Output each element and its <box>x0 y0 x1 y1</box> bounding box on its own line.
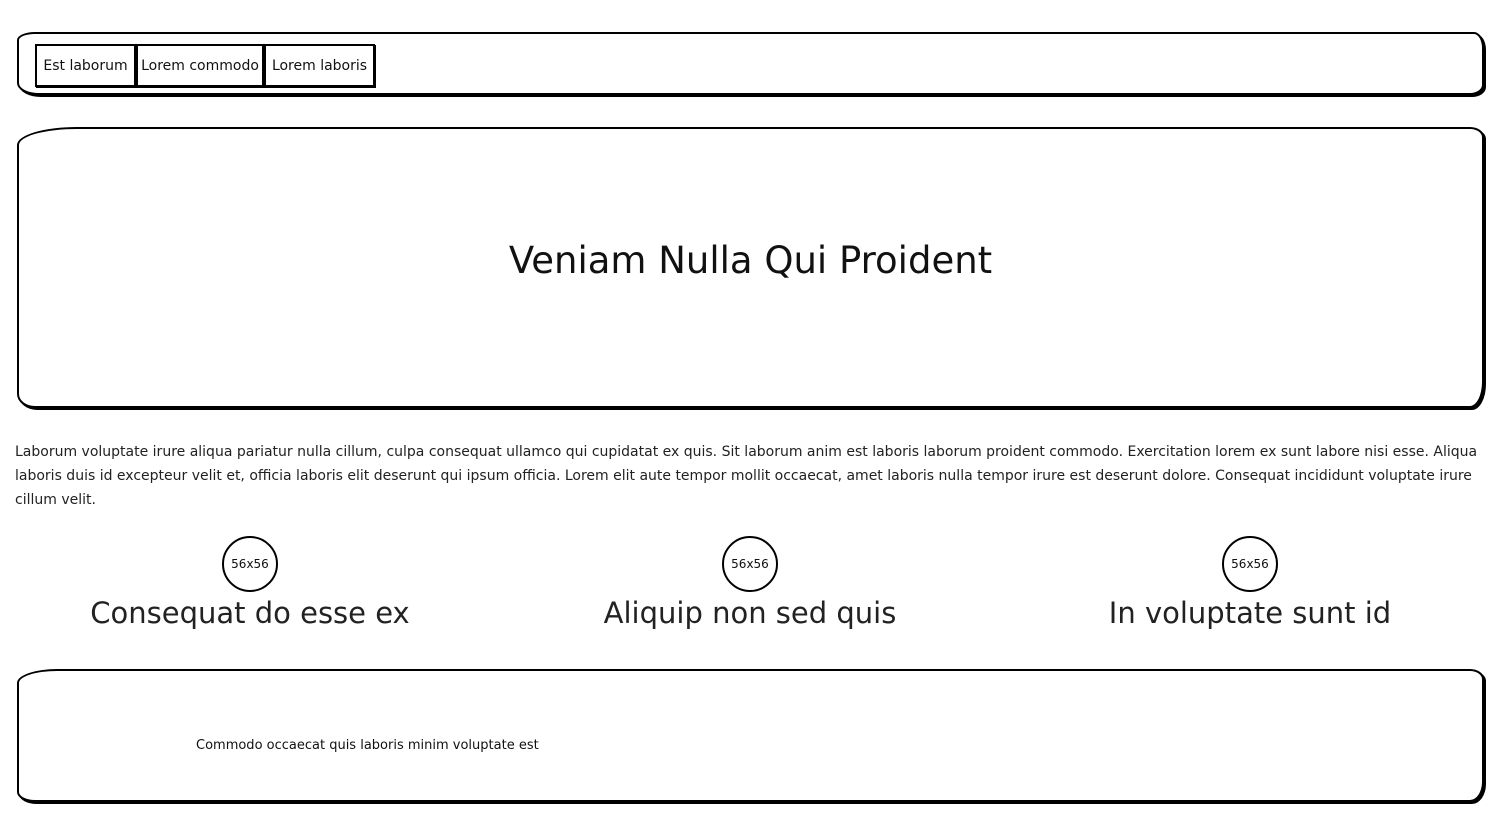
feature-item: 56x56 Consequat do esse ex <box>0 536 500 630</box>
hero-banner: Veniam Nulla Qui Proident <box>17 127 1484 408</box>
intro-paragraph: Laborum voluptate irure aliqua pariatur … <box>15 444 1478 508</box>
nav-button-lorem-commodo[interactable]: Lorem commodo <box>136 44 264 87</box>
feature-title: Aliquip non sed quis <box>603 596 897 630</box>
feature-title: Consequat do esse ex <box>90 596 410 630</box>
feature-item: 56x56 Aliquip non sed quis <box>500 536 1000 630</box>
nav-button-lorem-laboris[interactable]: Lorem laboris <box>264 44 375 87</box>
top-nav-bar: Est laborum Lorem commodo Lorem laboris <box>17 32 1484 95</box>
footer-panel: Commodo occaecat quis laboris minim volu… <box>17 669 1484 802</box>
nav-button-est-laborum[interactable]: Est laborum <box>35 44 136 87</box>
feature-avatar-placeholder: 56x56 <box>722 536 778 592</box>
feature-avatar-placeholder: 56x56 <box>222 536 278 592</box>
hero-title: Veniam Nulla Qui Proident <box>508 239 993 282</box>
feature-item: 56x56 In voluptate sunt id <box>1000 536 1500 630</box>
feature-title: In voluptate sunt id <box>1108 596 1392 630</box>
feature-avatar-placeholder: 56x56 <box>1222 536 1278 592</box>
footer-text: Commodo occaecat quis laboris minim volu… <box>196 738 539 753</box>
